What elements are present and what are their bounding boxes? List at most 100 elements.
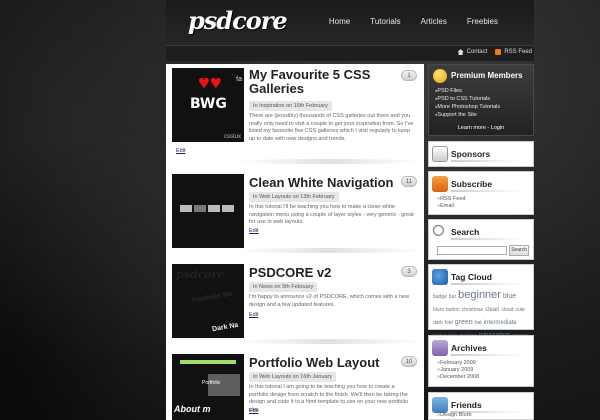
comment-count-bubble[interactable]: 1 — [401, 70, 417, 81]
email-link[interactable]: Email — [437, 203, 465, 210]
nav-freebies[interactable]: Freebies — [467, 17, 498, 26]
post-thumbnail[interactable]: psdcore Portfolio We Dark Na — [172, 264, 244, 338]
title-underline — [451, 283, 523, 285]
search-widget: Search Search — [428, 219, 534, 260]
thumb-caption: csstux — [223, 134, 241, 140]
post-item: psdcore Portfolio We Dark Na PSDCORE v2 … — [166, 260, 424, 350]
archive-link[interactable]: December 2008 — [437, 374, 479, 381]
tag-cloud-widget: Tag Cloud badge bar beginner blue blurs butto… — [428, 264, 534, 365]
rss-feed-link[interactable]: RSS Feed — [437, 196, 465, 203]
post-thumbnail[interactable] — [172, 174, 244, 248]
tag-cloud-icon — [432, 269, 448, 285]
site-header: psdcore Home Tutorials Articles Freebies — [166, 0, 534, 46]
subscribe-widget: Subscribe RSS Feed Email — [428, 171, 534, 215]
heart-icon: ♥♥ — [198, 72, 222, 94]
thumb-text: Portfolio — [202, 380, 221, 386]
contact-link[interactable]: Contact — [457, 49, 488, 55]
archive-link[interactable]: February 2009 — [437, 360, 479, 367]
subscribe-list: RSS Feed Email — [437, 196, 465, 210]
widget-title: Sponsors — [451, 149, 491, 159]
post-item: Clean White Navigation In Web Layouts on… — [166, 170, 424, 260]
rss-icon — [432, 176, 448, 192]
post-separator — [234, 159, 424, 164]
tag-link[interactable]: clean — [485, 306, 499, 315]
comment-count-bubble[interactable]: 3 — [401, 266, 417, 277]
comment-count-bubble[interactable]: 11 — [401, 176, 417, 187]
post-title[interactable]: My Favourite 5 CSS Galleries — [249, 68, 399, 96]
tag-link[interactable]: beginner — [458, 290, 501, 301]
tag-link[interactable]: christmas — [462, 306, 483, 315]
post-separator — [234, 248, 424, 253]
sponsor-icon — [432, 146, 448, 162]
tag-link[interactable]: button — [446, 306, 460, 315]
search-button[interactable]: Search — [509, 245, 529, 256]
tag-link[interactable]: hat — [475, 319, 482, 328]
widget-title: Subscribe — [451, 179, 493, 189]
contact-link-label: Contact — [466, 49, 488, 55]
tag-link[interactable]: fold — [445, 319, 453, 328]
post-meta: In Inspiration on 16th February — [249, 101, 332, 111]
archive-link[interactable]: January 2009 — [437, 367, 479, 374]
rss-feed-link-label: RSS Feed — [504, 49, 532, 55]
edit-link[interactable]: Edit — [249, 408, 258, 414]
tag-link[interactable]: intermediate — [484, 319, 517, 328]
post-separator — [234, 339, 424, 344]
thumb-nav-strip — [180, 205, 234, 212]
site-logo[interactable]: psdcore — [188, 6, 288, 35]
premium-item[interactable]: PSD to CSS Tutorials — [435, 95, 500, 103]
post-thumbnail[interactable]: ♥♥ BWG fa csstux — [172, 68, 244, 142]
edit-link[interactable]: Edit — [249, 312, 258, 318]
thumb-bar — [180, 360, 236, 364]
edit-link[interactable]: Edit — [249, 228, 258, 234]
tag-link[interactable]: bar — [449, 293, 456, 302]
comment-count-bubble[interactable]: 10 — [401, 356, 417, 367]
widget-title: Archives — [451, 343, 487, 353]
post-thumbnail[interactable]: Portfolio About m — [172, 354, 244, 420]
friends-list: Design Blurb — [437, 412, 472, 419]
title-underline — [451, 238, 523, 240]
post-excerpt: In this tutorial I'll be teaching you ho… — [249, 204, 414, 225]
title-underline — [451, 190, 523, 192]
widget-title: Tag Cloud — [451, 272, 492, 282]
premium-item[interactable]: More Photoshop Tutorials — [435, 103, 500, 111]
tag-link[interactable]: cloud — [502, 306, 514, 315]
thumb-text: Portfolio We — [191, 290, 234, 305]
friend-link[interactable]: Design Blurb — [437, 412, 472, 419]
rss-feed-link[interactable]: RSS Feed — [495, 49, 532, 55]
tag-link[interactable]: green — [455, 318, 473, 327]
edit-link[interactable]: Edit — [176, 148, 185, 154]
widget-title: Search — [451, 227, 480, 237]
search-input[interactable] — [437, 246, 507, 255]
thumb-text: BWG — [190, 96, 227, 112]
archives-list: February 2009 January 2009 December 2008 — [437, 360, 479, 381]
rss-icon — [495, 49, 502, 55]
post-title[interactable]: Clean White Navigation — [249, 176, 399, 190]
tag-link[interactable]: badge — [433, 293, 447, 302]
thumb-text: About m — [174, 404, 211, 414]
premium-members-box: Premium Members PSD Files PSD to CSS Tut… — [428, 64, 534, 136]
nav-home[interactable]: Home — [329, 17, 350, 26]
post-title[interactable]: PSDCORE v2 — [249, 266, 399, 280]
post-list: ♥♥ BWG fa csstux My Favourite 5 CSS Gall… — [166, 64, 424, 420]
nav-tutorials[interactable]: Tutorials — [370, 17, 400, 26]
sponsors-widget: Sponsors — [428, 141, 534, 167]
post-title[interactable]: Portfolio Web Layout — [249, 356, 399, 370]
login-link[interactable]: Learn more - Login — [429, 125, 533, 131]
post-meta: In Web Layouts on 13th February — [249, 192, 339, 202]
nav-articles[interactable]: Articles — [421, 17, 447, 26]
post-excerpt: I'm happy to announce v2 of PSDCORE, whi… — [249, 294, 410, 308]
tag-link[interactable]: blurs — [433, 306, 444, 315]
friends-icon — [432, 397, 448, 413]
premium-list: PSD Files PSD to CSS Tutorials More Phot… — [435, 87, 500, 119]
premium-item[interactable]: PSD Files — [435, 87, 500, 95]
friends-widget: Friends Design Blurb — [428, 392, 534, 420]
tag-link[interactable]: dark — [433, 319, 443, 328]
archives-widget: Archives February 2009 January 2009 Dece… — [428, 335, 534, 387]
smiley-icon — [433, 69, 447, 83]
archive-icon — [432, 340, 448, 356]
premium-item[interactable]: Support the Site — [435, 111, 500, 119]
top-links-bar: Contact RSS Feed — [166, 46, 534, 61]
tag-link[interactable]: cute — [515, 306, 524, 315]
tag-link[interactable]: blue — [503, 292, 516, 301]
home-icon — [457, 49, 464, 55]
